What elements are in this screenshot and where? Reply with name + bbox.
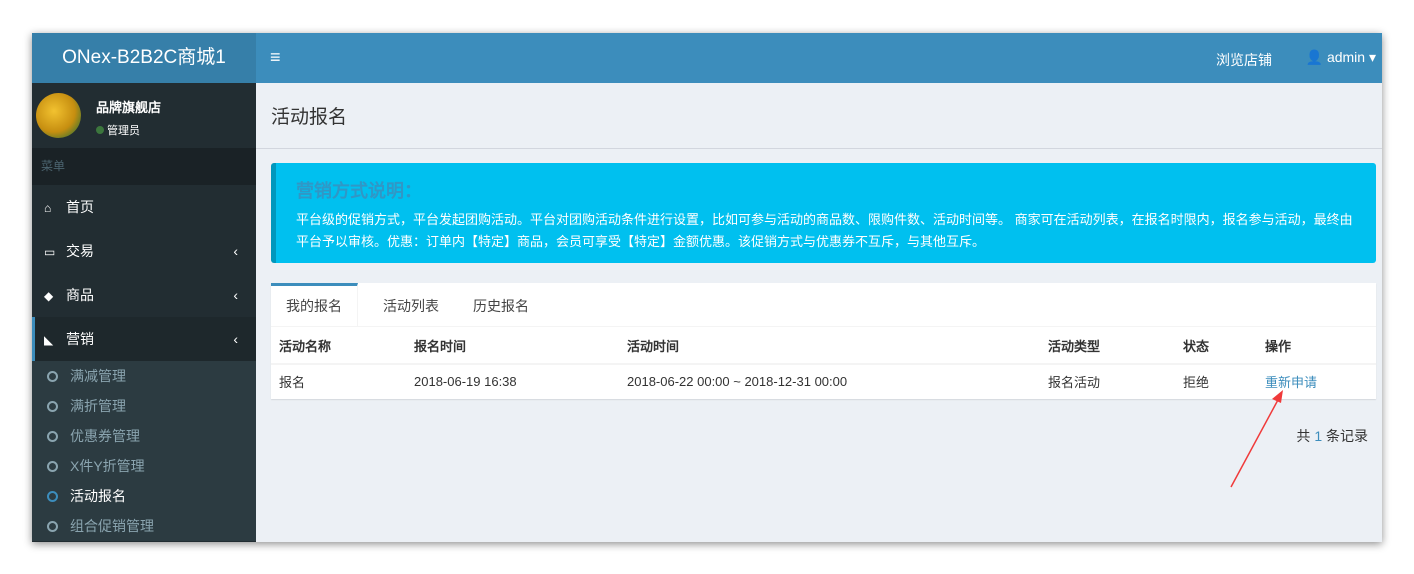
annotation-arrow-icon [1230,390,1283,488]
